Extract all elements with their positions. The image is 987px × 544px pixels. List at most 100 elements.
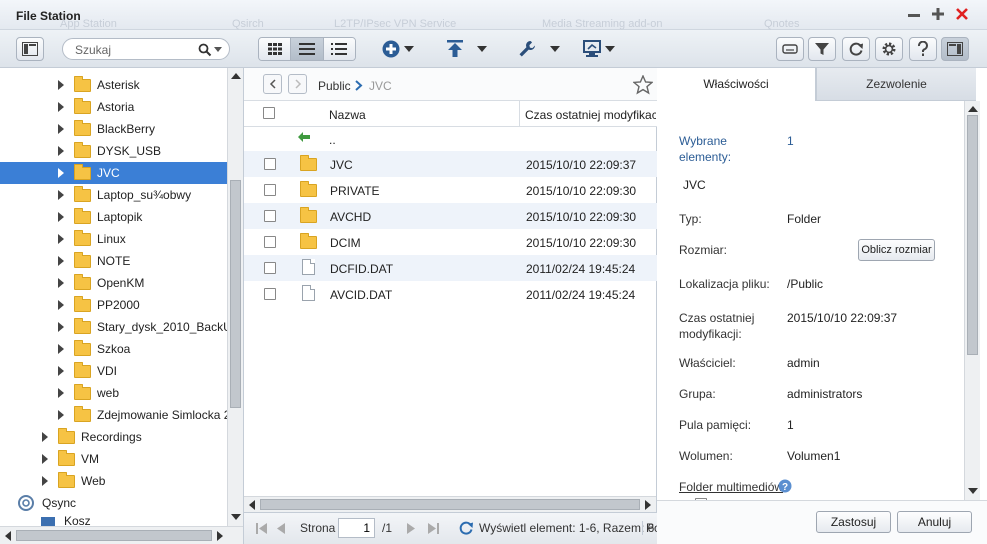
refresh-button[interactable] bbox=[842, 37, 870, 61]
tree-hscroll-thumb[interactable] bbox=[16, 530, 212, 541]
upload-button[interactable] bbox=[442, 37, 492, 61]
expand-arrow-icon[interactable] bbox=[58, 190, 64, 200]
tree-horizontal-scrollbar[interactable] bbox=[0, 526, 243, 544]
media-folder-label[interactable]: Folder multimediów bbox=[679, 480, 783, 494]
row-checkbox[interactable] bbox=[264, 158, 276, 170]
expand-arrow-icon[interactable] bbox=[58, 322, 64, 332]
prev-page-icon[interactable] bbox=[277, 523, 286, 534]
table-row[interactable]: AVCID.DAT 2011/02/24 19:45:24 bbox=[244, 281, 657, 307]
tree-item-dysk-usb[interactable]: DYSK_USB bbox=[0, 140, 228, 162]
tree-item-jvc[interactable]: JVC bbox=[0, 162, 228, 184]
tree-item-qsync[interactable]: Qsync bbox=[0, 492, 228, 514]
table-row[interactable]: PRIVATE 2015/10/10 22:09:30 bbox=[244, 177, 657, 203]
maximize-button[interactable] bbox=[930, 6, 946, 24]
tree-item-openkm[interactable]: OpenKM bbox=[0, 272, 228, 294]
breadcrumb-root[interactable]: Public bbox=[318, 79, 351, 93]
expand-arrow-icon[interactable] bbox=[58, 168, 64, 178]
tree-item-recordings[interactable]: Recordings bbox=[0, 426, 228, 448]
favorite-star-icon[interactable] bbox=[633, 75, 653, 95]
tree-vertical-scrollbar[interactable] bbox=[227, 68, 243, 526]
tree-item-vdi[interactable]: VDI bbox=[0, 360, 228, 382]
expand-arrow-icon[interactable] bbox=[58, 278, 64, 288]
expand-arrow-icon[interactable] bbox=[58, 388, 64, 398]
scroll-down-icon[interactable] bbox=[231, 514, 241, 521]
page-input[interactable] bbox=[338, 518, 375, 538]
column-modified[interactable]: Czas ostatniej modyfikacji bbox=[525, 108, 656, 122]
row-checkbox[interactable] bbox=[264, 210, 276, 222]
expand-arrow-icon[interactable] bbox=[58, 300, 64, 310]
toggle-properties-button[interactable] bbox=[941, 37, 969, 61]
tree-item-simlock[interactable]: Zdejmowanie Simlocka 2 bbox=[0, 404, 228, 426]
settings-button[interactable] bbox=[875, 37, 903, 61]
tree-item-web-lower[interactable]: web bbox=[0, 382, 228, 404]
expand-arrow-icon[interactable] bbox=[58, 256, 64, 266]
help-button[interactable] bbox=[909, 37, 937, 61]
expand-arrow-icon[interactable] bbox=[42, 454, 48, 464]
tab-permissions[interactable]: Zezwolenie bbox=[816, 68, 976, 101]
minimize-button[interactable] bbox=[906, 6, 922, 24]
expand-arrow-icon[interactable] bbox=[58, 344, 64, 354]
scroll-right-icon[interactable] bbox=[645, 500, 652, 510]
properties-scroll-thumb[interactable] bbox=[967, 115, 978, 355]
search-box[interactable] bbox=[62, 38, 230, 60]
scroll-right-icon[interactable] bbox=[217, 531, 224, 541]
remote-mount-button[interactable] bbox=[776, 37, 804, 61]
tree-item-note[interactable]: NOTE bbox=[0, 250, 228, 272]
expand-arrow-icon[interactable] bbox=[58, 102, 64, 112]
expand-arrow-icon[interactable] bbox=[58, 124, 64, 134]
list-hscroll-thumb[interactable] bbox=[260, 499, 640, 510]
list-view-button[interactable] bbox=[291, 38, 324, 60]
expand-arrow-icon[interactable] bbox=[58, 146, 64, 156]
tree-item-blackberry[interactable]: BlackBerry bbox=[0, 118, 228, 140]
cancel-button[interactable]: Anuluj bbox=[897, 511, 972, 533]
expand-arrow-icon[interactable] bbox=[42, 476, 48, 486]
scroll-left-icon[interactable] bbox=[4, 531, 11, 541]
tools-button[interactable] bbox=[514, 37, 564, 61]
apply-button[interactable]: Zastosuj bbox=[816, 511, 891, 533]
column-divider[interactable] bbox=[519, 101, 520, 127]
tree-item-laptopik[interactable]: Laptopik bbox=[0, 206, 228, 228]
tree-item-linux[interactable]: Linux bbox=[0, 228, 228, 250]
refresh-icon[interactable] bbox=[458, 520, 474, 536]
create-button[interactable] bbox=[380, 37, 416, 61]
close-button[interactable] bbox=[954, 6, 970, 24]
forward-button[interactable] bbox=[288, 74, 307, 94]
scroll-down-icon[interactable] bbox=[968, 488, 978, 495]
expand-arrow-icon[interactable] bbox=[42, 432, 48, 442]
tree-item-vm[interactable]: VM bbox=[0, 448, 228, 470]
properties-scrollbar[interactable] bbox=[964, 101, 980, 500]
tree-item-stary-dysk[interactable]: Stary_dysk_2010_BackUp bbox=[0, 316, 228, 338]
tree-item-pp2000[interactable]: PP2000 bbox=[0, 294, 228, 316]
scroll-up-icon[interactable] bbox=[231, 72, 241, 79]
table-row[interactable]: AVCHD 2015/10/10 22:09:30 bbox=[244, 203, 657, 229]
table-row[interactable]: DCFID.DAT 2011/02/24 19:45:24 bbox=[244, 255, 657, 281]
tree-item-laptop[interactable]: Laptop_su¾obwy bbox=[0, 184, 228, 206]
tree-item-asterisk[interactable]: Asterisk bbox=[0, 74, 228, 96]
tree-item-astoria[interactable]: Astoria bbox=[0, 96, 228, 118]
table-row[interactable]: JVC 2015/10/10 22:09:37 bbox=[244, 151, 657, 177]
table-row[interactable]: DCIM 2015/10/10 22:09:30 bbox=[244, 229, 657, 255]
search-dropdown-icon[interactable] bbox=[214, 47, 222, 53]
list-horizontal-scrollbar[interactable] bbox=[244, 496, 656, 512]
calculate-size-button[interactable]: Oblicz rozmiar bbox=[858, 239, 935, 261]
back-button[interactable] bbox=[263, 74, 282, 94]
tab-properties[interactable]: Właściwości bbox=[657, 68, 816, 101]
tree-scroll-thumb[interactable] bbox=[230, 180, 241, 408]
expand-arrow-icon[interactable] bbox=[58, 80, 64, 90]
expand-arrow-icon[interactable] bbox=[58, 212, 64, 222]
parent-row[interactable]: .. bbox=[244, 127, 657, 151]
expand-arrow-icon[interactable] bbox=[58, 366, 64, 376]
help-icon[interactable]: ? bbox=[778, 479, 792, 493]
toggle-tree-button[interactable] bbox=[16, 37, 44, 61]
next-page-icon[interactable] bbox=[407, 523, 416, 534]
select-all-checkbox[interactable] bbox=[263, 107, 275, 119]
share-button[interactable] bbox=[580, 37, 618, 61]
tree-item-szkoa[interactable]: Szkoa bbox=[0, 338, 228, 360]
first-page-icon[interactable] bbox=[256, 523, 268, 534]
thumbnail-view-button[interactable] bbox=[259, 38, 292, 60]
last-page-icon[interactable] bbox=[428, 523, 440, 534]
detail-view-button[interactable] bbox=[323, 38, 355, 60]
row-checkbox[interactable] bbox=[264, 184, 276, 196]
expand-arrow-icon[interactable] bbox=[58, 234, 64, 244]
scroll-left-icon[interactable] bbox=[248, 500, 255, 510]
